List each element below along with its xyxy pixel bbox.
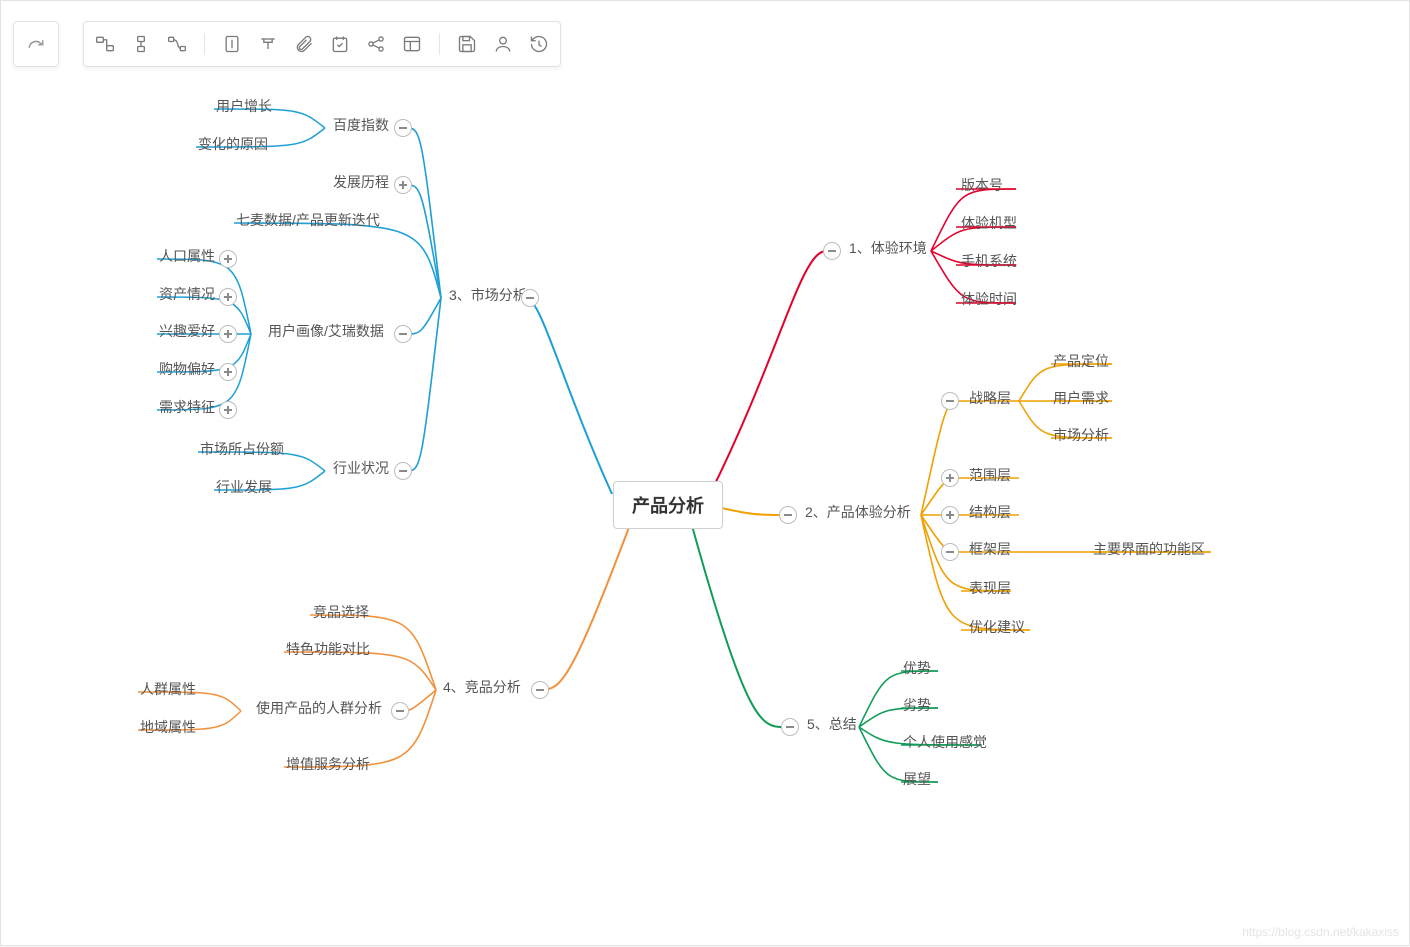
- toggle-b3-s4[interactable]: [394, 462, 412, 480]
- redo-icon: [27, 35, 45, 53]
- b4-s3-c0[interactable]: 人群属性: [138, 677, 198, 701]
- b4-s2[interactable]: 特色功能对比: [284, 637, 372, 661]
- b2-s4[interactable]: 框架层: [967, 537, 1013, 561]
- toggle-b2-s1[interactable]: [941, 392, 959, 410]
- toggle-b2-s4[interactable]: [941, 543, 959, 561]
- b2-s1-c2[interactable]: 市场分析: [1051, 423, 1111, 447]
- b2-s1-c1[interactable]: 用户需求: [1051, 386, 1111, 410]
- b2-s6[interactable]: 优化建议: [967, 615, 1027, 639]
- toggle-b3-s1[interactable]: [394, 119, 412, 137]
- b4-s1[interactable]: 竞品选择: [311, 600, 371, 624]
- toggle-b3-s3-c2[interactable]: [219, 325, 237, 343]
- toggle-b3-s3-c3[interactable]: [219, 363, 237, 381]
- note-icon[interactable]: [221, 33, 243, 55]
- layout-icon[interactable]: [401, 33, 423, 55]
- toolbar-divider: [439, 33, 440, 55]
- b3-s4-c1[interactable]: 行业发展: [214, 475, 274, 499]
- format-icon[interactable]: [257, 33, 279, 55]
- task-icon[interactable]: [329, 33, 351, 55]
- sibling-topic-icon[interactable]: [130, 33, 152, 55]
- b3-s3-c4[interactable]: 需求特征: [157, 395, 217, 419]
- b1-child-2[interactable]: 手机系统: [959, 249, 1019, 273]
- b4-s3[interactable]: 使用产品的人群分析: [254, 696, 384, 720]
- toggle-b2-s3[interactable]: [941, 506, 959, 524]
- toggle-b2-s2[interactable]: [941, 469, 959, 487]
- attachment-icon[interactable]: [293, 33, 315, 55]
- branch-2-label[interactable]: 2、产品体验分析: [803, 500, 913, 524]
- b5-c1[interactable]: 劣势: [901, 693, 933, 717]
- toggle-b2[interactable]: [779, 506, 797, 524]
- user-icon[interactable]: [492, 33, 514, 55]
- b3-s3-c2[interactable]: 兴趣爱好: [157, 319, 217, 343]
- toggle-b3-s3-c0[interactable]: [219, 250, 237, 268]
- b2-s3[interactable]: 结构层: [967, 500, 1013, 524]
- toolbar: [83, 21, 561, 67]
- b2-s4-c0[interactable]: 主要界面的功能区: [1091, 537, 1207, 561]
- b2-s5[interactable]: 表现层: [967, 576, 1013, 600]
- b2-s2[interactable]: 范围层: [967, 463, 1013, 487]
- branch-1-label[interactable]: 1、体验环境: [847, 236, 929, 260]
- b3-s4-c0[interactable]: 市场所占份额: [198, 437, 286, 461]
- toolbar-divider: [204, 33, 205, 55]
- subtopic-icon[interactable]: [94, 33, 116, 55]
- b3-s3[interactable]: 用户画像/艾瑞数据: [266, 319, 386, 343]
- b1-child-0[interactable]: 版本号: [959, 173, 1005, 197]
- b3-s3-c0[interactable]: 人口属性: [157, 244, 217, 268]
- toggle-b5[interactable]: [781, 718, 799, 736]
- toggle-b3[interactable]: [521, 289, 539, 307]
- branch-3-label[interactable]: 3、市场分析: [447, 283, 529, 307]
- b5-c2[interactable]: 个人使用感觉: [901, 730, 989, 754]
- b2-s1-c0[interactable]: 产品定位: [1051, 349, 1111, 373]
- toggle-b3-s3[interactable]: [394, 325, 412, 343]
- canvas-frame: 产品分析 1、体验环境 版本号 体验机型 手机系统 体验时间 2、产品体验分析 …: [0, 0, 1410, 946]
- relationship-icon[interactable]: [166, 33, 188, 55]
- toggle-b3-s2[interactable]: [394, 176, 412, 194]
- branch-5-label[interactable]: 5、总结: [805, 712, 859, 736]
- watermark: https://blog.csdn.net/kakaxiss: [1242, 925, 1399, 939]
- b2-s1[interactable]: 战略层: [967, 386, 1013, 410]
- save-icon[interactable]: [456, 33, 478, 55]
- b1-child-1[interactable]: 体验机型: [959, 211, 1019, 235]
- toggle-b3-s3-c4[interactable]: [219, 401, 237, 419]
- b3-s3-c3[interactable]: 购物偏好: [157, 357, 217, 381]
- b3-s1-c0[interactable]: 用户增长: [214, 94, 274, 118]
- b5-c3[interactable]: 展望: [901, 767, 933, 791]
- root-node[interactable]: 产品分析: [613, 481, 723, 529]
- toggle-b3-s3-c1[interactable]: [219, 288, 237, 306]
- b3-s1[interactable]: 百度指数: [331, 113, 391, 137]
- b3-s3-c1[interactable]: 资产情况: [157, 282, 217, 306]
- b4-s3-c1[interactable]: 地域属性: [138, 715, 198, 739]
- toggle-b4[interactable]: [531, 681, 549, 699]
- b5-c0[interactable]: 优势: [901, 656, 933, 680]
- toggle-b4-s3[interactable]: [391, 702, 409, 720]
- b4-s4[interactable]: 增值服务分析: [284, 752, 372, 776]
- b3-s2b[interactable]: 七麦数据/产品更新迭代: [234, 208, 382, 232]
- b3-s4[interactable]: 行业状况: [331, 456, 391, 480]
- share-icon[interactable]: [365, 33, 387, 55]
- redo-button[interactable]: [13, 21, 59, 67]
- branch-4-label[interactable]: 4、竞品分析: [441, 675, 523, 699]
- b1-child-3[interactable]: 体验时间: [959, 287, 1019, 311]
- b3-s1-c1[interactable]: 变化的原因: [196, 132, 270, 156]
- toggle-b1[interactable]: [823, 242, 841, 260]
- history-icon[interactable]: [528, 33, 550, 55]
- b3-s2[interactable]: 发展历程: [331, 170, 391, 194]
